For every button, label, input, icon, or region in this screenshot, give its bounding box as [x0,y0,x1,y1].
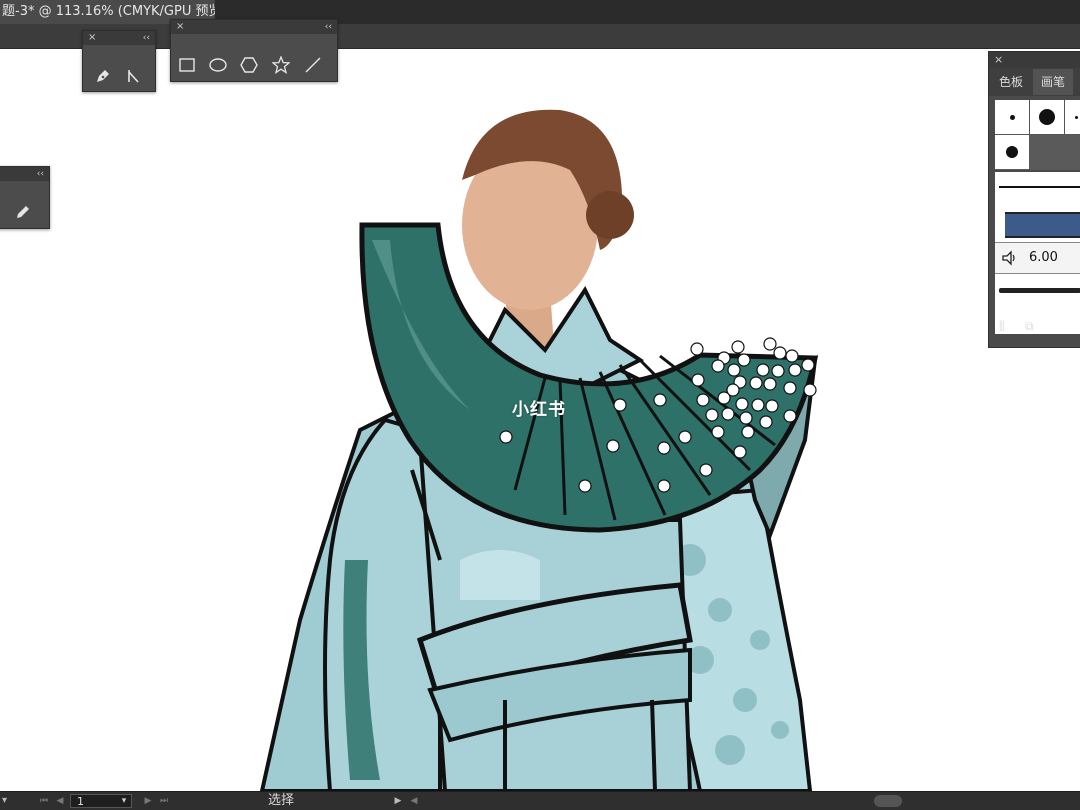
brush-options-icon[interactable]: ⧉ [1025,318,1034,334]
stroke-weight-row: 6.00 [995,242,1080,274]
hair-bun [586,191,634,239]
pencil-icon[interactable] [11,201,35,223]
status-bar: ▾ ⏮ ◀ 1 ▾ ▶ ⏭ 选择 ▶ ◀ [0,791,1080,810]
panel-header[interactable]: ‹‹ [0,167,49,181]
pen-tools-panel: × ‹‹ [82,30,156,92]
document-tab-bar: 题-3* @ 113.16% (CMYK/GPU 预览) [0,0,1080,24]
brush-line-preview[interactable] [999,186,1080,188]
previous-artboard-icon[interactable]: ◀ [54,794,66,808]
brush-charcoal-preview[interactable] [999,288,1080,293]
rectangle-icon[interactable] [175,54,199,76]
anchor-point-icon[interactable] [121,65,145,87]
tab-swatches[interactable]: 色板 [999,69,1023,95]
next-artboard-icon[interactable]: ▶ [142,794,154,808]
speaker-icon [1002,250,1015,266]
brushes-panel: × 色板 画笔 6.00 ⫼ ⧉ [988,51,1080,348]
artboard-dropdown-icon[interactable]: ▾ [118,794,130,808]
tab-brushes[interactable]: 画笔 [1033,69,1073,95]
watermark-text: 小红书 [512,400,566,420]
brush-pattern-preview[interactable] [1005,212,1080,238]
brush-stroke-list: 6.00 [995,172,1080,334]
line-segment-icon[interactable] [301,54,325,76]
torso-highlight [460,550,540,600]
shape-tools-panel: × ‹‹ [170,19,338,82]
left-tools-panel: ‹‹ [0,166,50,229]
panel-header[interactable]: × ‹‹ [83,31,155,45]
close-icon[interactable]: × [88,31,96,45]
collapse-icon[interactable]: ‹‹ [143,31,150,45]
control-strip [0,24,1080,49]
first-artboard-icon[interactable]: ⏮ [38,794,50,808]
status-menu-icon[interactable]: ▶ [392,794,404,808]
brush-small-round[interactable] [995,100,1030,135]
panel-header[interactable]: × ‹‹ [171,20,337,34]
status-text: 选择 [268,793,295,808]
last-artboard-icon[interactable]: ⏭ [158,794,170,808]
brush-medium-round[interactable] [995,135,1030,169]
artboard-canvas[interactable]: 小红书 [0,49,1080,791]
polygon-icon[interactable] [237,54,261,76]
brush-extra[interactable] [1065,100,1080,135]
stroke-weight-value[interactable]: 6.00 [1029,243,1058,273]
brush-library-icon[interactable]: ⫼ [999,318,1005,334]
brush-large-round[interactable] [1030,100,1065,135]
zoom-dropdown-icon[interactable]: ▾ [2,792,7,810]
star-icon[interactable] [269,54,293,76]
panel-header[interactable]: × [989,52,1080,68]
fashion-illustration [259,109,819,791]
collapse-icon[interactable]: ‹‹ [325,20,332,34]
ellipse-icon[interactable] [206,54,230,76]
close-icon[interactable]: × [994,52,1003,68]
scroll-left-icon[interactable]: ◀ [408,794,420,808]
brush-grid [995,100,1080,170]
collapse-icon[interactable]: ‹‹ [37,167,44,181]
close-icon[interactable]: × [176,20,184,34]
pen-icon[interactable] [91,65,115,87]
horizontal-scrollbar[interactable] [874,795,902,807]
